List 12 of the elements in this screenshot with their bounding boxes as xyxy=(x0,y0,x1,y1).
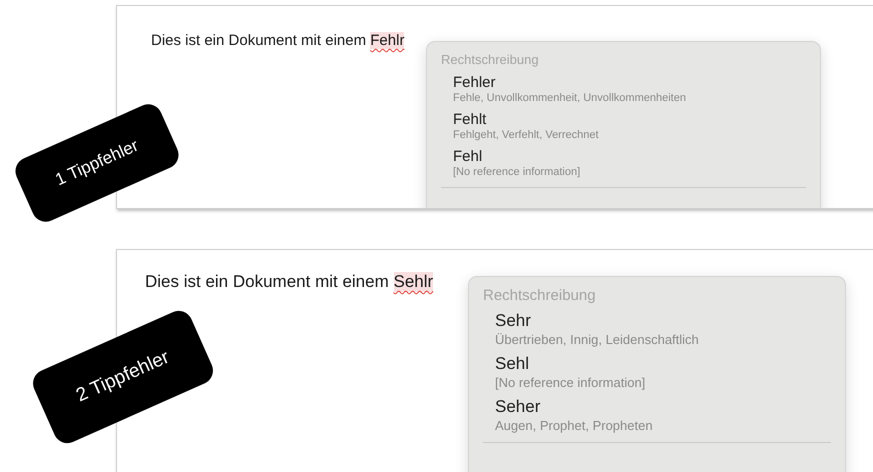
suggestion-item[interactable]: Fehlt Fehlgeht, Verfehlt, Verrechnet xyxy=(441,110,599,142)
suggestion-item[interactable]: Seher Augen, Prophet, Propheten xyxy=(483,396,653,434)
document-text: Dies ist ein Dokument mit einem xyxy=(145,272,389,292)
misspelled-word[interactable]: Sehlr xyxy=(394,272,434,292)
menu-heading: Rechtschreibung xyxy=(441,52,540,67)
suggestion-item[interactable]: Sehr Übertrieben, Innig, Leidenschaftlich xyxy=(483,310,699,348)
suggestion-item[interactable]: Sehl [No reference information] xyxy=(483,353,646,391)
suggestion-item[interactable]: Fehl [No reference information] xyxy=(441,147,580,179)
menu-heading: Rechtschreibung xyxy=(483,287,597,304)
misspelled-word[interactable]: Fehlr xyxy=(370,32,404,49)
document-text: Dies ist ein Dokument mit einem xyxy=(151,32,366,49)
suggestion-item[interactable]: Fehler Fehle, Unvollkommenheit, Unvollkommenheiten xyxy=(441,73,686,105)
